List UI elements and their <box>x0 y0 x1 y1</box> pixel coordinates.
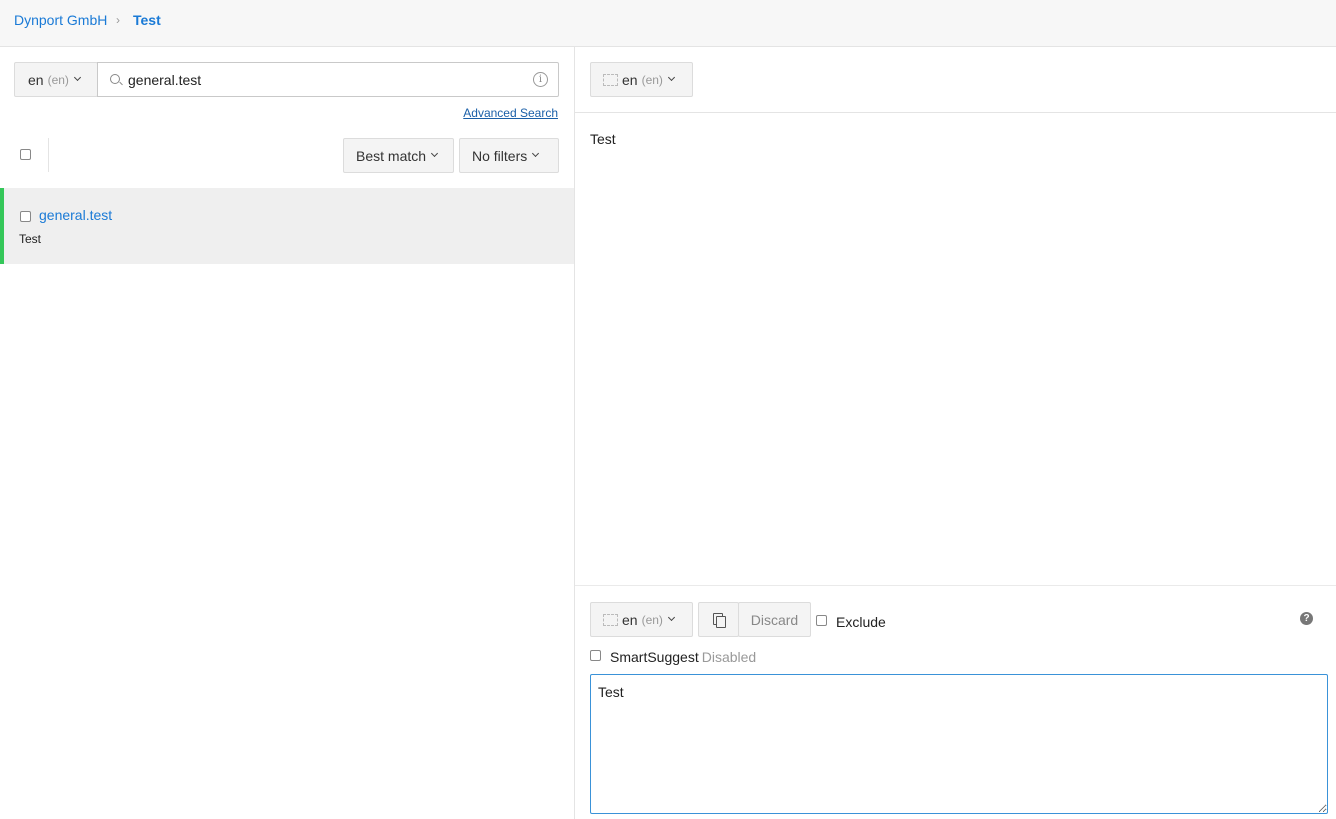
info-icon[interactable]: i <box>533 72 548 87</box>
exclude-checkbox[interactable] <box>816 615 827 626</box>
editor-locale-dropdown[interactable]: en (en) <box>590 602 693 637</box>
locale-code: en <box>622 611 638 628</box>
chevron-down-icon <box>532 149 540 158</box>
locale-name: (en) <box>641 72 663 87</box>
copy-icon <box>712 613 726 628</box>
source-locale-dropdown[interactable]: en (en) <box>590 62 693 97</box>
list-item[interactable]: general.test Test <box>0 188 574 264</box>
key-list-panel: en (en) i Advanced Search Best match No … <box>0 47 575 819</box>
discard-button[interactable]: Discard <box>738 602 811 637</box>
chevron-down-icon <box>667 613 675 622</box>
locale-name: (en) <box>641 612 663 627</box>
smartsuggest-checkbox[interactable] <box>590 650 601 661</box>
filter-label: No filters <box>472 147 528 164</box>
locale-code: en <box>622 71 638 88</box>
chevron-down-icon <box>667 73 675 82</box>
key-checkbox[interactable] <box>20 211 31 222</box>
key-value-preview: Test <box>19 232 42 246</box>
search-input[interactable] <box>128 71 518 89</box>
search-icon <box>110 74 120 84</box>
breadcrumb-separator-icon: › <box>116 13 120 27</box>
translation-editor[interactable]: Test <box>590 674 1328 814</box>
flag-icon <box>603 613 618 626</box>
translation-panel: en (en) Test en (en) Discard Exclude ? S… <box>575 47 1336 819</box>
search-locale-dropdown[interactable]: en (en) <box>14 62 98 97</box>
sort-label: Best match <box>356 147 427 164</box>
source-translation-text: Test <box>590 131 616 147</box>
locale-name: (en) <box>47 72 69 87</box>
exclude-label: Exclude <box>836 614 886 630</box>
copy-source-button[interactable] <box>698 602 739 637</box>
key-name-link[interactable]: general.test <box>39 207 112 223</box>
search-box: i <box>97 62 559 97</box>
smartsuggest-state: Disabled <box>701 649 757 665</box>
top-bar: Dynport GmbH › Test <box>0 0 1336 47</box>
chevron-down-icon <box>73 73 81 82</box>
smartsuggest-name: SmartSuggest <box>610 649 699 665</box>
help-icon[interactable]: ? <box>1300 612 1313 625</box>
breadcrumb-project[interactable]: Test <box>133 12 161 28</box>
locale-code: en <box>28 71 44 88</box>
divider <box>575 585 1336 586</box>
filter-dropdown[interactable]: No filters <box>459 138 559 173</box>
smartsuggest-label: SmartSuggest Disabled <box>610 649 756 665</box>
divider <box>48 138 49 172</box>
chevron-down-icon <box>430 149 439 158</box>
advanced-search-link[interactable]: Advanced Search <box>463 106 558 120</box>
select-all-checkbox[interactable] <box>20 149 31 160</box>
divider <box>575 112 1336 113</box>
breadcrumb-organization[interactable]: Dynport GmbH <box>14 12 107 28</box>
flag-icon <box>603 73 618 86</box>
sort-dropdown[interactable]: Best match <box>343 138 454 173</box>
